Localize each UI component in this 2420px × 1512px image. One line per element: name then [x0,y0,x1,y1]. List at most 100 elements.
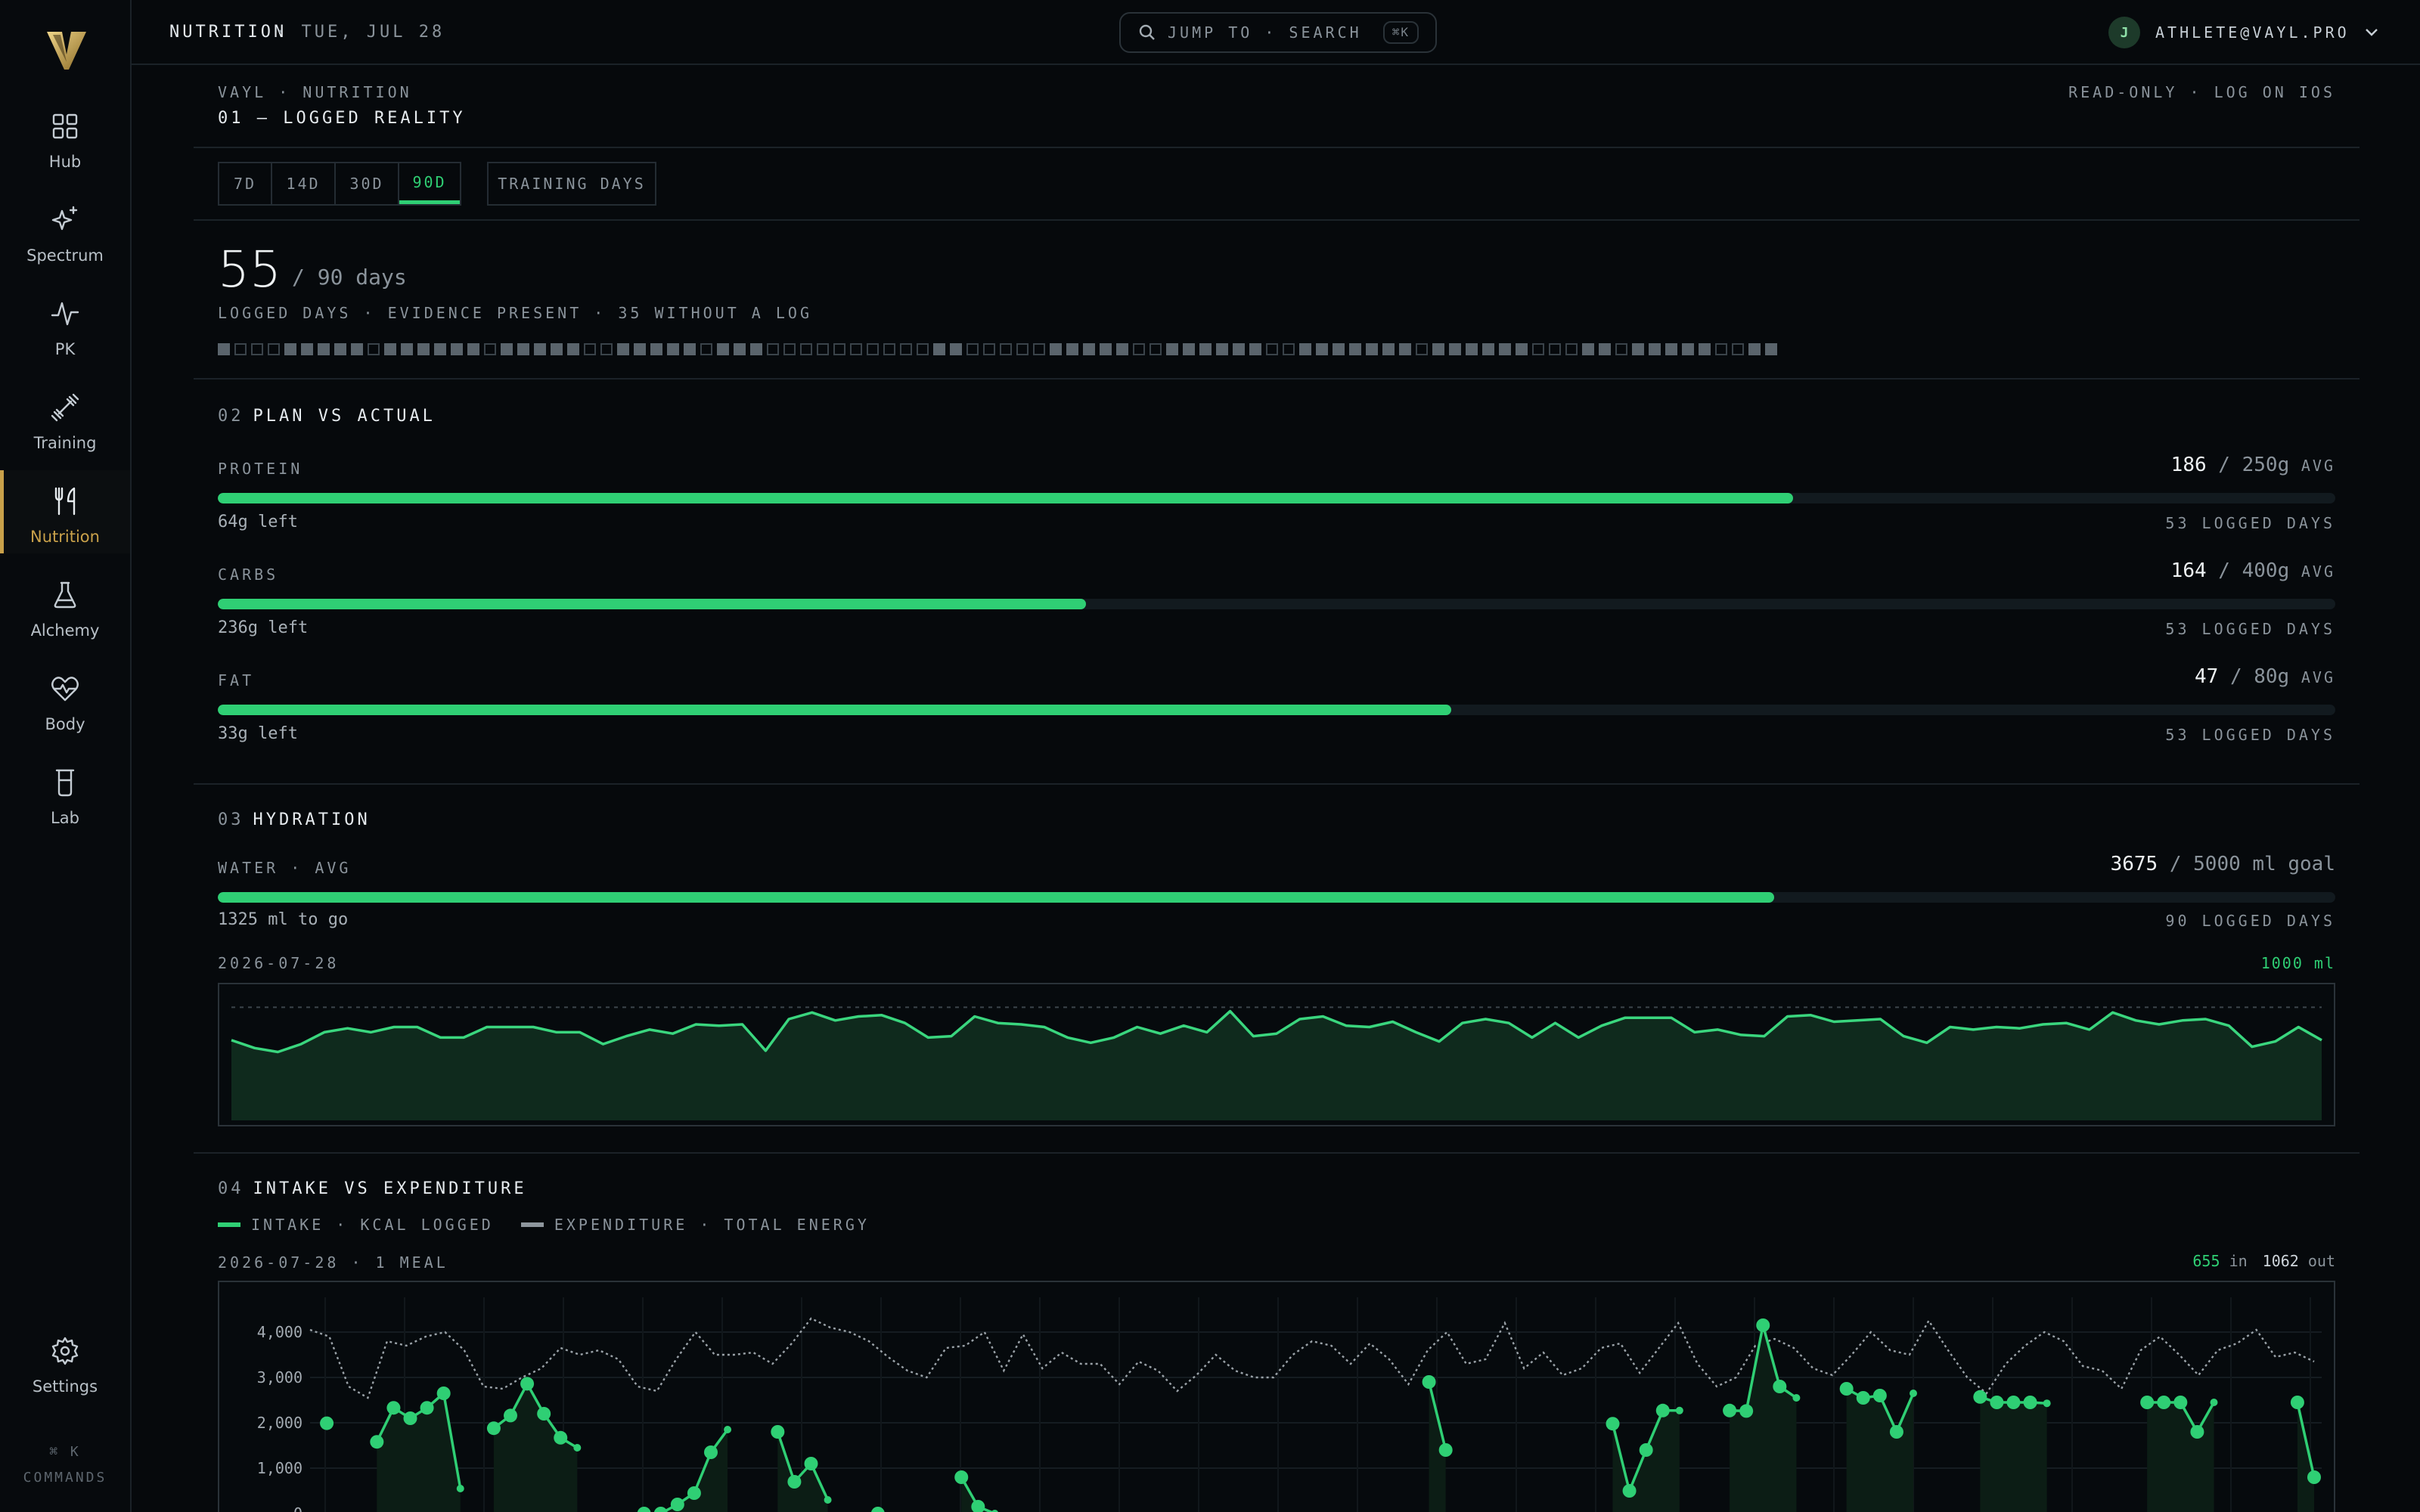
day-cell [600,343,613,355]
day-cell [1349,343,1361,355]
intake-point [520,1377,535,1391]
vayl-logo[interactable] [45,27,88,71]
day-cell [534,343,546,355]
commands-shortcut[interactable]: ⌘ K [0,1444,130,1460]
user-menu[interactable]: J ATHLETE@VAYL.PRO [2108,15,2378,50]
intake-point [1756,1318,1770,1332]
heart-pulse-icon [49,673,81,705]
day-cell [1083,343,1095,355]
sidebar-item-label: Nutrition [30,528,100,546]
water-value: 3675 / 5000 ml goal [2110,853,2335,875]
intake-area [1980,1396,2047,1512]
sidebar-item-pk[interactable]: PK [0,283,130,366]
range-option-7d[interactable]: 7D [219,163,272,204]
hydration-chart-value: 1000 ml [2260,954,2335,972]
intake-point [370,1435,384,1449]
day-cell [1033,343,1045,355]
day-cell [917,343,929,355]
day-cell [1016,343,1028,355]
day-cell [684,343,696,355]
logged-days-count: 55 [218,240,281,299]
intake-point [2140,1396,2155,1409]
page-title: 01 — LOGGED REALITY [218,109,466,128]
day-cell [1615,343,1627,355]
breadcrumb: VAYL · NUTRITION [218,83,412,101]
chevron-down-icon[interactable] [2365,26,2378,40]
divider [194,147,2360,148]
day-cell [251,343,263,355]
day-cell [284,343,296,355]
progress-fill [218,599,1086,609]
intake-point [2307,1470,2321,1484]
intake-point [320,1416,334,1430]
day-cell [1699,343,1711,355]
energy-chart[interactable]: 4,000 3,000 2,000 1,000 0 [218,1281,2335,1512]
intake-area [493,1383,578,1512]
day-cell [1382,343,1395,355]
intake-point [771,1425,785,1439]
sidebar-item-lab[interactable]: Lab [0,751,130,835]
page-section-title: NUTRITION [169,23,287,42]
day-cell [484,343,496,355]
day-cell [1649,343,1661,355]
day-cell [1416,343,1428,355]
logged-days-total: / 90 days [292,265,407,290]
range-option-90d[interactable]: 90D [399,163,460,204]
intake-area [1730,1325,1797,1512]
settings-button[interactable]: Settings [0,1320,130,1403]
day-cell [817,343,829,355]
search-input[interactable]: JUMP TO · SEARCH ⌘K [1119,12,1437,53]
intake-point [1739,1404,1754,1418]
day-cell [1632,343,1644,355]
day-cell [667,343,679,355]
sidebar-item-nutrition[interactable]: Nutrition [0,470,130,553]
hydration-chart[interactable] [218,983,2335,1126]
fat-logged-days: 53 LOGGED DAYS [2165,726,2335,744]
day-cell [318,343,330,355]
fat-remaining: 33g left [218,724,298,743]
logged-days-grid [218,343,1777,355]
protein-progress-bar [218,493,2335,503]
day-cell [833,343,845,355]
day-cell [900,343,912,355]
range-option-30d[interactable]: 30D [336,163,399,204]
logged-days-caption: LOGGED DAYS · EVIDENCE PRESENT · 35 WITH… [218,304,813,322]
commands-label[interactable]: COMMANDS [0,1470,130,1486]
sidebar-item-training[interactable]: Training [0,376,130,460]
training-days-toggle[interactable]: TRAINING DAYS [487,162,656,206]
day-cell [334,343,346,355]
carbs-progress-bar [218,599,2335,609]
day-cell [1432,343,1444,355]
day-cell [467,343,479,355]
sidebar: Hub Spectrum PK Training Nutrition Alche… [0,0,132,1512]
y-tick-label: 2,000 [257,1414,302,1432]
hydration-chart-date: 2026-07-28 [218,954,340,972]
sidebar-item-body[interactable]: Body [0,658,130,741]
day-cell [717,343,729,355]
day-cell [434,343,446,355]
range-selector: 7D 14D 30D 90D [218,162,461,206]
user-email[interactable]: ATHLETE@VAYL.PRO [2155,23,2350,42]
intake-point [824,1496,832,1504]
intake-point [670,1498,684,1511]
day-cell [417,343,430,355]
settings-label: Settings [32,1377,98,1396]
avatar[interactable]: J [2108,17,2140,48]
intake-point [1422,1375,1436,1389]
fat-label: FAT [218,671,255,689]
range-option-14d[interactable]: 14D [272,163,336,204]
day-cell [1283,343,1295,355]
intake-point [1889,1425,1903,1439]
intake-point [436,1387,451,1400]
day-cell [767,343,779,355]
sidebar-item-alchemy[interactable]: Alchemy [0,564,130,647]
sidebar-item-spectrum[interactable]: Spectrum [0,189,130,272]
carbs-value: 164 / 400g AVG [2170,559,2335,582]
day-cell [950,343,962,355]
sidebar-item-hub[interactable]: Hub [0,95,130,178]
section-title-plan: 02 PLAN VS ACTUAL [218,407,436,426]
intake-point [1723,1403,1737,1418]
sidebar-item-label: Spectrum [26,246,104,265]
day-cell [1000,343,1012,355]
fat-value: 47 / 80g AVG [2194,665,2335,688]
